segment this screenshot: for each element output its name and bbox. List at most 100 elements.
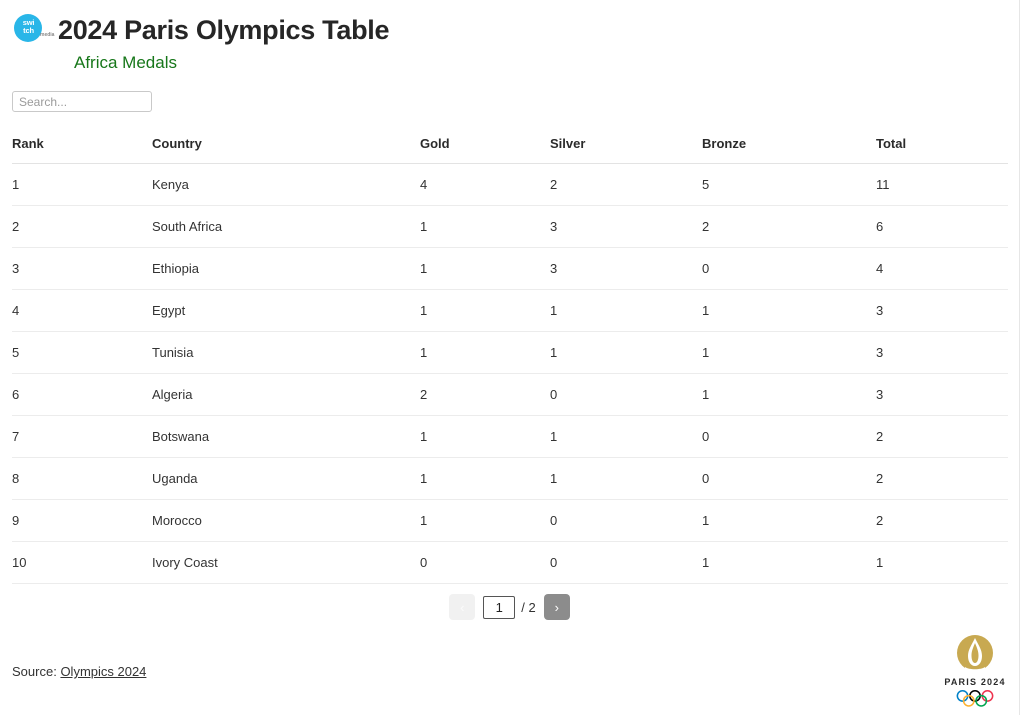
cell-gold: 1 bbox=[420, 499, 550, 542]
cell-bronze: 1 bbox=[702, 331, 876, 374]
cell-country: South Africa bbox=[152, 205, 420, 248]
cell-total: 2 bbox=[876, 499, 1008, 542]
table-row: 3 Ethiopia 1 3 0 4 bbox=[12, 247, 1008, 290]
pagination-total-pages: / 2 bbox=[521, 599, 536, 615]
column-header-rank[interactable]: Rank bbox=[12, 130, 152, 164]
cell-rank: 7 bbox=[12, 415, 152, 458]
cell-rank: 9 bbox=[12, 499, 152, 542]
cell-silver: 3 bbox=[550, 247, 702, 290]
cell-rank: 2 bbox=[12, 205, 152, 248]
switch-media-logo-icon: swi tch media bbox=[12, 12, 54, 48]
pagination-prev-button[interactable]: ‹ bbox=[449, 594, 476, 620]
cell-country: Uganda bbox=[152, 457, 420, 500]
cell-rank: 10 bbox=[12, 541, 152, 584]
cell-country: Tunisia bbox=[152, 331, 420, 374]
cell-rank: 6 bbox=[12, 373, 152, 416]
logo-text: swi tch bbox=[22, 18, 35, 35]
cell-country: Ivory Coast bbox=[152, 541, 420, 584]
cell-country: Botswana bbox=[152, 415, 420, 458]
pagination: ‹ / 2 › bbox=[12, 594, 1007, 620]
cell-rank: 3 bbox=[12, 247, 152, 290]
cell-total: 3 bbox=[876, 373, 1008, 416]
table-row: 7 Botswana 1 1 0 2 bbox=[12, 415, 1008, 458]
table-row: 10 Ivory Coast 0 0 1 1 bbox=[12, 541, 1008, 584]
cell-total: 2 bbox=[876, 415, 1008, 458]
cell-bronze: 2 bbox=[702, 205, 876, 248]
source-link[interactable]: Olympics 2024 bbox=[60, 664, 146, 679]
cell-rank: 8 bbox=[12, 457, 152, 500]
paris-emblem-icon bbox=[957, 635, 993, 671]
cell-total: 4 bbox=[876, 247, 1008, 290]
cell-rank: 4 bbox=[12, 289, 152, 332]
search-input[interactable] bbox=[12, 91, 152, 112]
cell-silver: 1 bbox=[550, 331, 702, 374]
cell-total: 3 bbox=[876, 331, 1008, 374]
table-row: 6 Algeria 2 0 1 3 bbox=[12, 373, 1008, 416]
footer-source: Source: Olympics 2024 bbox=[12, 664, 146, 679]
page-header: swi tch media 2024 Paris Olympics Table … bbox=[0, 0, 1019, 73]
cell-bronze: 0 bbox=[702, 457, 876, 500]
search-container bbox=[12, 91, 1019, 112]
page-subtitle: Africa Medals bbox=[74, 53, 177, 72]
table-row: 8 Uganda 1 1 0 2 bbox=[12, 457, 1008, 500]
cell-bronze: 5 bbox=[702, 163, 876, 206]
paris-2024-logo: PARIS 2024 bbox=[939, 629, 1011, 707]
cell-rank: 5 bbox=[12, 331, 152, 374]
cell-rank: 1 bbox=[12, 163, 152, 206]
cell-gold: 1 bbox=[420, 247, 550, 290]
cell-total: 11 bbox=[876, 163, 1008, 206]
cell-total: 6 bbox=[876, 205, 1008, 248]
column-header-country[interactable]: Country bbox=[152, 130, 420, 164]
cell-gold: 2 bbox=[420, 373, 550, 416]
table-row: 1 Kenya 4 2 5 11 bbox=[12, 163, 1008, 206]
cell-gold: 1 bbox=[420, 289, 550, 332]
column-header-silver[interactable]: Silver bbox=[550, 130, 702, 164]
cell-total: 3 bbox=[876, 289, 1008, 332]
cell-silver: 0 bbox=[550, 373, 702, 416]
cell-silver: 3 bbox=[550, 205, 702, 248]
paris-wordmark: PARIS 2024 bbox=[944, 677, 1006, 687]
medals-table-container: Rank Country Gold Silver Bronze Total 1K… bbox=[0, 130, 1019, 620]
source-label: Source: bbox=[12, 664, 57, 679]
table-row: 2 South Africa 1 3 2 6 bbox=[12, 205, 1008, 248]
logo-subtext: media bbox=[40, 32, 55, 38]
cell-total: 2 bbox=[876, 457, 1008, 500]
cell-gold: 1 bbox=[420, 457, 550, 500]
cell-silver: 0 bbox=[550, 499, 702, 542]
medals-table: Rank Country Gold Silver Bronze Total 1K… bbox=[12, 130, 1008, 584]
cell-silver: 1 bbox=[550, 415, 702, 458]
table-row: 9 Morocco 1 0 1 2 bbox=[12, 499, 1008, 542]
olympic-rings-icon bbox=[956, 689, 994, 707]
cell-country: Egypt bbox=[152, 289, 420, 332]
cell-gold: 1 bbox=[420, 415, 550, 458]
cell-total: 1 bbox=[876, 541, 1008, 584]
cell-gold: 1 bbox=[420, 205, 550, 248]
cell-bronze: 1 bbox=[702, 373, 876, 416]
pagination-page-input[interactable] bbox=[483, 595, 516, 619]
cell-silver: 0 bbox=[550, 541, 702, 584]
cell-bronze: 0 bbox=[702, 247, 876, 290]
cell-country: Morocco bbox=[152, 499, 420, 542]
cell-gold: 0 bbox=[420, 541, 550, 584]
cell-silver: 1 bbox=[550, 289, 702, 332]
column-header-bronze[interactable]: Bronze bbox=[702, 130, 876, 164]
title-row: swi tch media 2024 Paris Olympics Table bbox=[12, 10, 1019, 50]
table-header-row: Rank Country Gold Silver Bronze Total bbox=[12, 130, 1008, 164]
cell-bronze: 1 bbox=[702, 499, 876, 542]
cell-country: Kenya bbox=[152, 163, 420, 206]
cell-bronze: 1 bbox=[702, 541, 876, 584]
column-header-gold[interactable]: Gold bbox=[420, 130, 550, 164]
table-header: Rank Country Gold Silver Bronze Total bbox=[12, 130, 1008, 164]
column-header-total[interactable]: Total bbox=[876, 130, 1008, 164]
table-body: 1 Kenya 4 2 5 11 2 South Africa 1 3 2 6 3 Ethiopia 1 3 0… bbox=[12, 163, 1008, 584]
cell-bronze: 1 bbox=[702, 289, 876, 332]
table-row: 5 Tunisia 1 1 1 3 bbox=[12, 331, 1008, 374]
pagination-next-button[interactable]: › bbox=[543, 594, 570, 620]
cell-bronze: 0 bbox=[702, 415, 876, 458]
cell-country: Algeria bbox=[152, 373, 420, 416]
cell-country: Ethiopia bbox=[152, 247, 420, 290]
app-page: swi tch media 2024 Paris Olympics Table … bbox=[0, 0, 1020, 715]
cell-gold: 4 bbox=[420, 163, 550, 206]
cell-gold: 1 bbox=[420, 331, 550, 374]
table-row: 4 Egypt 1 1 1 3 bbox=[12, 289, 1008, 332]
